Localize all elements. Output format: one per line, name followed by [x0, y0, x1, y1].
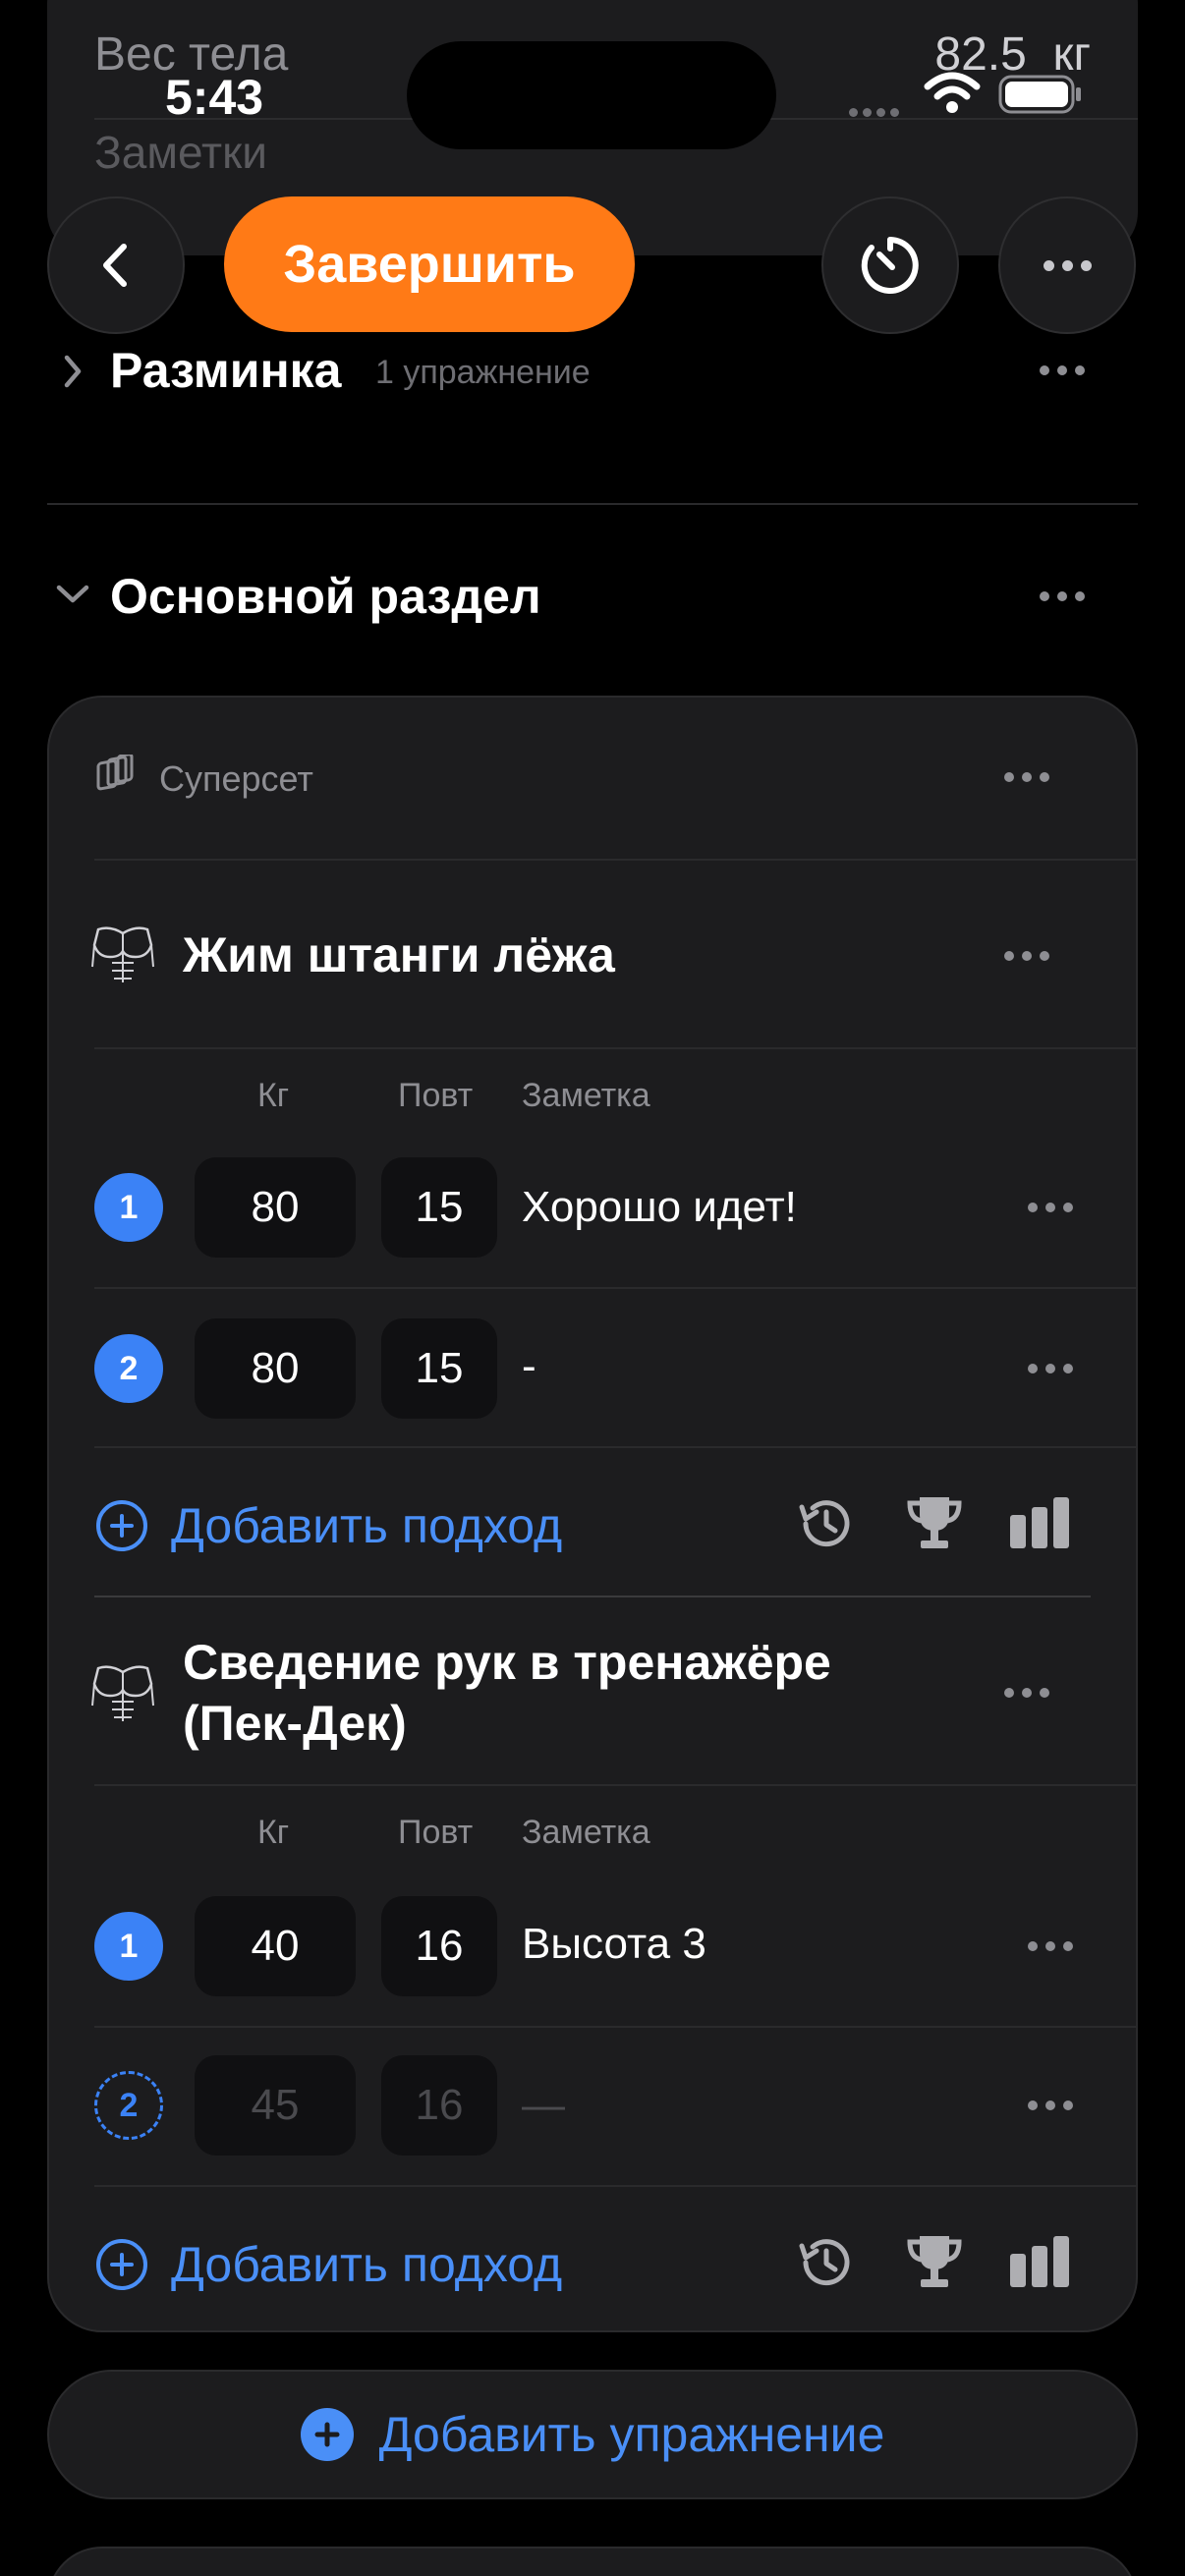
- add-set-label: Добавить подход: [171, 2237, 563, 2292]
- reps-input[interactable]: 16: [381, 1896, 497, 1996]
- warmup-title[interactable]: Разминка: [110, 342, 341, 399]
- more-icon: [1043, 259, 1092, 271]
- add-set-label: Добавить подход: [171, 1498, 563, 1553]
- superset-more-icon[interactable]: [1004, 772, 1049, 782]
- column-kg: Кг: [257, 1077, 290, 1114]
- dynamic-island: [407, 41, 776, 149]
- trophy-icon[interactable]: [904, 1491, 965, 1554]
- chest-muscle-icon: [91, 1665, 154, 1721]
- chevron-down-icon[interactable]: [53, 580, 92, 607]
- chevron-right-icon[interactable]: [59, 352, 86, 391]
- plus-circle-icon: [96, 1500, 147, 1551]
- divider: [94, 1784, 1138, 1786]
- add-set-button[interactable]: Добавить подход: [96, 1497, 562, 1554]
- set-more-icon[interactable]: [1028, 2100, 1073, 2110]
- back-button[interactable]: [47, 196, 185, 334]
- exercise-title[interactable]: Жим штанги лёжа: [183, 924, 615, 985]
- superset-icon: [96, 755, 134, 791]
- bar-chart-icon[interactable]: [1006, 1495, 1073, 1550]
- bar-chart-icon[interactable]: [1006, 2234, 1073, 2289]
- divider: [94, 1047, 1138, 1049]
- superset-label: Суперсет: [159, 758, 313, 799]
- history-icon[interactable]: [796, 2232, 857, 2293]
- warmup-more-icon[interactable]: [1040, 365, 1085, 375]
- exercise-divider: [94, 1596, 1091, 1597]
- weight-input[interactable]: 45: [195, 2055, 356, 2156]
- wifi-icon: [924, 72, 981, 113]
- weight-input[interactable]: 80: [195, 1318, 356, 1419]
- weight-input[interactable]: 80: [195, 1157, 356, 1258]
- main-section-more-icon[interactable]: [1040, 591, 1085, 601]
- column-reps: Повт: [398, 1077, 474, 1114]
- set-note[interactable]: -: [522, 1342, 536, 1391]
- reps-input[interactable]: 16: [381, 2055, 497, 2156]
- set-number[interactable]: 1: [94, 1173, 163, 1242]
- set-note[interactable]: Высота 3: [522, 1920, 706, 1969]
- timer-icon: [861, 237, 919, 294]
- column-kg: Кг: [257, 1814, 290, 1851]
- set-note[interactable]: —: [522, 2081, 565, 2130]
- plus-circle-filled-icon: [300, 2408, 354, 2461]
- exercise-title[interactable]: Сведение рук в тренажёре (Пек-Дек): [183, 1632, 831, 1754]
- chest-muscle-icon: [91, 926, 154, 982]
- set-more-icon[interactable]: [1028, 1941, 1073, 1951]
- reps-input[interactable]: 15: [381, 1157, 497, 1258]
- plus-circle-icon: [96, 2239, 147, 2290]
- timer-button[interactable]: [821, 196, 959, 334]
- divider: [94, 2185, 1138, 2187]
- battery-icon: [998, 75, 1081, 114]
- set-number[interactable]: 1: [94, 1912, 163, 1981]
- divider: [94, 2026, 1138, 2028]
- warmup-count: 1 упражнение: [375, 354, 591, 391]
- add-exercise-label: Добавить упражнение: [378, 2407, 885, 2462]
- set-number[interactable]: 2: [94, 1334, 163, 1403]
- exercise-more-icon[interactable]: [1004, 951, 1049, 961]
- history-icon[interactable]: [796, 1493, 857, 1554]
- next-card: [47, 2547, 1138, 2576]
- weight-input[interactable]: 40: [195, 1896, 356, 1996]
- signal-icon: [849, 104, 908, 117]
- reps-input[interactable]: 15: [381, 1318, 497, 1419]
- column-reps: Повт: [398, 1814, 474, 1851]
- finish-button[interactable]: Завершить: [224, 196, 635, 332]
- chevron-left-icon: [103, 244, 127, 287]
- status-time: 5:43: [165, 70, 264, 125]
- add-set-button[interactable]: Добавить подход: [96, 2236, 562, 2293]
- set-note[interactable]: Хорошо идет!: [522, 1183, 797, 1232]
- section-divider: [47, 503, 1138, 505]
- divider: [94, 1446, 1138, 1448]
- column-note: Заметка: [522, 1077, 650, 1114]
- add-exercise-button[interactable]: Добавить упражнение: [47, 2370, 1138, 2499]
- set-more-icon[interactable]: [1028, 1203, 1073, 1212]
- set-more-icon[interactable]: [1028, 1364, 1073, 1373]
- set-number[interactable]: 2: [94, 2071, 163, 2140]
- column-note: Заметка: [522, 1814, 650, 1851]
- more-button[interactable]: [998, 196, 1136, 334]
- divider: [94, 1287, 1138, 1289]
- exercise-more-icon[interactable]: [1004, 1688, 1049, 1698]
- main-section-title[interactable]: Основной раздел: [110, 568, 541, 625]
- notes-field[interactable]: Заметки: [94, 126, 267, 179]
- divider: [94, 859, 1138, 861]
- trophy-icon[interactable]: [904, 2230, 965, 2293]
